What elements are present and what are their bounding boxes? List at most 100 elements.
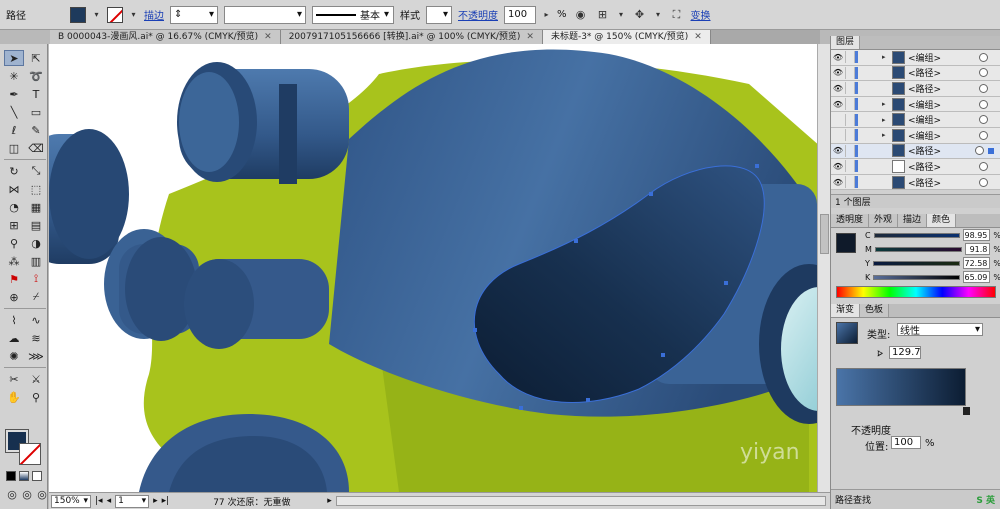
yellow-value[interactable]: 72.58 [963, 257, 991, 269]
live-paint-bucket-icon[interactable]: ⚑ [4, 271, 24, 287]
slice-tool-icon[interactable]: ⌿ [26, 289, 46, 305]
type-tool-icon[interactable]: T [26, 86, 46, 102]
rotate-tool-icon[interactable]: ↻ [4, 163, 24, 179]
first-page-icon[interactable]: |◂ [95, 496, 103, 506]
align-icon[interactable]: ⊞ [595, 7, 611, 23]
close-icon[interactable]: ✕ [694, 32, 702, 42]
live-paint-selection-icon[interactable]: ⟟ [26, 271, 46, 287]
line-tool-icon[interactable]: ╲ [4, 104, 24, 120]
lock-toggle[interactable] [845, 160, 855, 173]
draw-normal-icon[interactable]: ◎ [6, 488, 18, 501]
rectangle-tool-icon[interactable]: ▭ [26, 104, 46, 120]
none-mode-icon[interactable] [32, 471, 42, 481]
scale-tool-icon[interactable]: ⤡ [26, 163, 46, 179]
direct-selection-tool-icon[interactable]: ⇱ [26, 50, 46, 66]
stroke-weight-select[interactable]: ⇕ ▾ [170, 5, 218, 24]
page-select[interactable]: 1 ▾ [115, 494, 150, 508]
chevron-down-icon[interactable]: ▾ [129, 7, 138, 23]
color-fill-proxy[interactable] [836, 233, 856, 253]
pucker-tool-icon[interactable]: ☁ [4, 330, 24, 346]
status-menu-icon[interactable]: ▸ [327, 496, 332, 506]
cyan-slider[interactable] [873, 232, 961, 238]
tab-appearance[interactable]: 外观 [869, 214, 899, 227]
artboard-tool-icon[interactable]: ⊕ [4, 289, 24, 305]
eye-icon[interactable]: 👁 [831, 53, 845, 62]
layer-row[interactable]: 👁 ▸ <编组> [831, 96, 1000, 113]
shape-builder-tool-icon[interactable]: ◔ [4, 199, 24, 215]
layer-row[interactable]: ▸ <编组> [831, 112, 1000, 128]
chevron-down-icon[interactable]: ▾ [92, 7, 101, 23]
free-transform-tool-icon[interactable]: ⬚ [26, 181, 46, 197]
style-select[interactable]: ▾ [426, 5, 452, 24]
tab-swatches[interactable]: 色板 [860, 304, 890, 317]
transform-mode-icon[interactable]: ⛶ [669, 7, 685, 23]
magenta-value[interactable]: 91.8 [965, 243, 991, 255]
eraser-tool-icon[interactable]: ⌫ [26, 140, 46, 156]
gradient-slider-bar[interactable] [836, 368, 966, 406]
target-icon[interactable] [979, 83, 988, 93]
magenta-slider[interactable] [874, 246, 963, 252]
column-graph-tool-icon[interactable]: ▥ [26, 253, 46, 269]
blob-brush-tool-icon[interactable]: ◫ [4, 140, 24, 156]
width-tool-icon[interactable]: ⋈ [4, 181, 24, 197]
gradient-tool-icon[interactable]: ▤ [26, 217, 46, 233]
pencil-tool-icon[interactable]: ✎ [26, 122, 46, 138]
gradient-stop[interactable] [963, 407, 970, 415]
recolor-icon[interactable]: ◉ [573, 7, 589, 23]
expand-icon[interactable]: ▸ [882, 100, 892, 108]
next-page-icon[interactable]: ▸ [153, 496, 158, 506]
anchor-point[interactable] [649, 192, 653, 196]
anchor-point[interactable] [724, 281, 728, 285]
target-icon[interactable] [979, 177, 988, 187]
last-page-icon[interactable]: ▸| [162, 496, 170, 506]
target-icon[interactable] [979, 99, 988, 109]
lasso-tool-icon[interactable]: ➰ [26, 68, 46, 84]
opacity-field[interactable]: 100 [504, 5, 536, 24]
crystallize-tool-icon[interactable]: ✺ [4, 348, 24, 364]
screen-mode-icon[interactable]: ▭ [14, 505, 34, 509]
paintbrush-tool-icon[interactable]: ℓ [4, 122, 24, 138]
close-icon[interactable]: ✕ [526, 32, 534, 42]
target-icon[interactable] [979, 115, 988, 125]
isolate-icon[interactable]: ✥ [632, 7, 648, 23]
gradient-type-select[interactable]: 线性 ▾ [897, 323, 983, 337]
stroke-swatch[interactable] [107, 6, 123, 23]
pathfinder-label[interactable]: 路径查找 [835, 493, 871, 506]
twirl-tool-icon[interactable]: ∿ [26, 312, 46, 328]
expand-icon[interactable]: ▸ [882, 116, 892, 124]
eye-icon[interactable]: 👁 [831, 146, 845, 155]
expand-icon[interactable]: ▸ [882, 131, 892, 139]
color-mode-icon[interactable] [6, 471, 16, 481]
target-icon[interactable] [979, 130, 988, 140]
eye-icon[interactable]: 👁 [831, 178, 845, 187]
scroll-thumb[interactable] [820, 214, 829, 254]
target-icon[interactable] [975, 146, 984, 156]
opacity-link[interactable]: 不透明度 [458, 7, 498, 22]
brush-select[interactable]: 基本 ▾ [312, 5, 394, 24]
pen-tool-icon[interactable]: ✒ [4, 86, 24, 102]
lock-toggle[interactable] [845, 176, 855, 189]
tab-color[interactable]: 颜色 [927, 214, 957, 227]
ime-icon[interactable]: S 英 [976, 493, 995, 506]
gradient-preview[interactable] [836, 322, 858, 344]
hand-tool-icon[interactable]: ✋ [4, 389, 24, 405]
stroke-color-swatch[interactable] [19, 443, 41, 465]
lock-toggle[interactable] [845, 144, 855, 157]
eye-icon[interactable]: 👁 [831, 162, 845, 171]
knife-tool-icon[interactable]: ⚔ [26, 371, 46, 387]
blend-tool-icon[interactable]: ◑ [26, 235, 46, 251]
symbol-sprayer-tool-icon[interactable]: ⁂ [4, 253, 24, 269]
angle-field[interactable]: 129.7 [889, 346, 921, 359]
target-icon[interactable] [979, 161, 988, 171]
wrinkle-tool-icon[interactable]: ⋙ [26, 348, 46, 364]
bloat-tool-icon[interactable]: ≋ [26, 330, 46, 346]
anchor-point[interactable] [574, 239, 578, 243]
target-icon[interactable] [979, 52, 988, 62]
eyedropper-tool-icon[interactable]: ⚲ [4, 235, 24, 251]
lock-toggle[interactable] [845, 82, 855, 95]
tab-gradient[interactable]: 渐变 [831, 304, 861, 317]
perspective-grid-tool-icon[interactable]: ▦ [26, 199, 46, 215]
stroke-link[interactable]: 描边 [144, 7, 164, 22]
eye-icon[interactable]: 👁 [831, 68, 845, 77]
anchor-point[interactable] [755, 164, 759, 168]
